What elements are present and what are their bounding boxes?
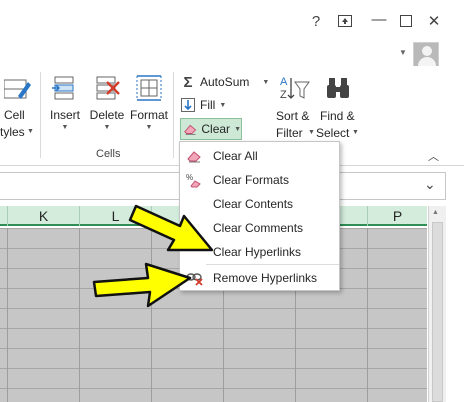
autosum-caret-icon: ▼ (262, 78, 270, 86)
cell-styles-label-1: Cell (4, 108, 25, 122)
clear-label: Clear (201, 122, 231, 136)
cells-group-label: Cells (96, 148, 121, 160)
format-caret-icon: ▼ (145, 124, 153, 131)
scroll-thumb[interactable] (432, 222, 443, 402)
menu-item-label: Remove Hyperlinks (213, 271, 318, 285)
menu-item-label: Clear All (213, 149, 258, 163)
collapse-ribbon-icon[interactable]: ︿ (428, 148, 439, 164)
annotation-arrow-lower (92, 262, 192, 308)
delete-caret-icon: ▼ (103, 124, 111, 131)
fill-button[interactable]: Fill ▼ (180, 95, 226, 115)
avatar[interactable] (413, 42, 439, 68)
format-cells-icon (136, 75, 162, 101)
find-select-button[interactable]: Find & Select ▼ (316, 74, 360, 140)
insert-label: Insert (49, 108, 80, 122)
menu-item-clear-all[interactable]: Clear All (180, 144, 339, 168)
sigma-icon: Σ (183, 73, 193, 91)
eraser-icon (187, 151, 201, 163)
autosum-label: AutoSum (200, 75, 250, 89)
column-header[interactable] (0, 206, 8, 226)
eraser-icon (184, 124, 197, 135)
format-button[interactable]: Format ▼ (128, 74, 170, 133)
menu-item-label: Clear Comments (213, 221, 304, 235)
clear-button[interactable]: Clear ▼ (180, 118, 242, 140)
minimize-button[interactable]: — (366, 6, 392, 32)
annotation-arrow-upper (128, 204, 214, 252)
fill-label: Fill (200, 98, 216, 112)
title-bar: ? — ✕ (0, 0, 464, 44)
find-select-label-2: Select (316, 126, 350, 140)
find-select-label-1: Find & (320, 109, 355, 123)
delete-button[interactable]: Delete ▼ (88, 74, 126, 133)
sort-filter-caret-icon: ▼ (308, 129, 315, 136)
menu-item-label: Clear Contents (213, 197, 294, 211)
fill-caret-icon: ▼ (219, 101, 227, 109)
insert-caret-icon: ▼ (61, 124, 69, 131)
maximize-button[interactable] (393, 8, 419, 34)
maximize-icon (400, 15, 412, 27)
menu-item-remove-hyperlinks[interactable]: Remove Hyperlinks (180, 266, 339, 290)
svg-text:Z: Z (280, 89, 287, 101)
scroll-up-icon[interactable]: ▲ (432, 209, 439, 216)
help-button[interactable]: ? (303, 8, 329, 34)
svg-text:A: A (280, 76, 288, 88)
sort-filter-button[interactable]: A Z Sort & Filter ▼ (272, 74, 316, 140)
svg-text:%: % (186, 173, 193, 182)
binoculars-icon (327, 78, 349, 98)
cell-styles-icon (4, 79, 31, 99)
menu-item-clear-formats[interactable]: % Clear Formats (180, 168, 339, 192)
expand-formula-bar-icon[interactable]: ⌄ (424, 176, 436, 193)
sort-filter-icon: A Z (280, 76, 310, 101)
cell-styles-label-2: tyles (0, 125, 25, 139)
delete-cells-icon (96, 76, 120, 100)
sort-filter-label-1: Sort & (276, 109, 310, 123)
account-dropdown-icon[interactable]: ▼ (399, 48, 407, 57)
column-header-p[interactable]: P (368, 206, 427, 226)
percent-eraser-icon: % (186, 173, 201, 188)
insert-cells-icon (52, 76, 74, 100)
insert-button[interactable]: Insert ▼ (46, 74, 84, 133)
delete-label: Delete (89, 108, 125, 122)
ribbon-display-options-button[interactable] (332, 8, 358, 34)
autosum-button[interactable]: Σ AutoSum ▼ (180, 72, 269, 92)
ribbon-display-icon (338, 15, 352, 27)
find-select-caret-icon: ▼ (352, 129, 359, 136)
menu-separator (206, 264, 339, 265)
vertical-scrollbar[interactable]: ▲ (428, 206, 446, 402)
fill-down-icon (181, 98, 195, 112)
close-button[interactable]: ✕ (421, 8, 447, 34)
menu-item-label: Clear Hyperlinks (213, 245, 302, 259)
clear-caret-icon: ▼ (234, 125, 241, 133)
sort-filter-label-2: Filter (276, 126, 303, 140)
column-header-k[interactable]: K (8, 206, 80, 226)
cell-styles-caret-icon: ▼ (27, 128, 34, 135)
format-label: Format (129, 108, 168, 122)
menu-item-label: Clear Formats (213, 173, 290, 187)
cell-styles-button[interactable]: Cell tyles ▼ (0, 76, 38, 139)
